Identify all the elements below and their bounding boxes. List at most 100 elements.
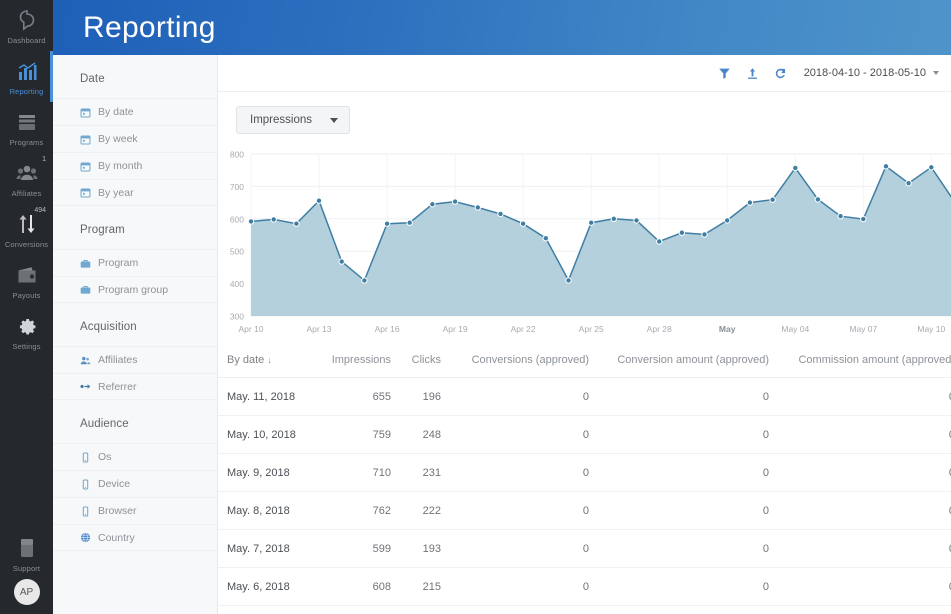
avatar[interactable]: AP (13, 579, 40, 605)
metric-select[interactable]: Impressions (236, 106, 350, 134)
column-header-label: Commission amount (approved) (798, 354, 951, 366)
column-header-by-date[interactable]: By date ↓ (218, 344, 313, 378)
metric-selector-row: Impressions (218, 92, 951, 144)
rail-item-label: Payouts (12, 291, 41, 300)
sidebar-group-acquisition: Acquisition Affiliates Referrer (53, 303, 217, 400)
primary-nav-rail: Dashboard Reporting Programs 1 Affiliates 494… (0, 0, 53, 614)
calendar-icon (80, 108, 91, 117)
table-row[interactable]: May. 6, 2018608215000 (218, 567, 951, 606)
refresh-icon[interactable] (774, 67, 787, 80)
cell-conversion-amount: 0 (589, 453, 769, 492)
rail-item-settings[interactable]: Settings (0, 306, 53, 357)
svg-text:300: 300 (230, 312, 244, 322)
wallet-icon (18, 267, 35, 283)
column-header-conversion-amount-approved[interactable]: Conversion amount (approved) (589, 344, 769, 378)
sidebar-item-label: Affiliates (98, 354, 138, 366)
main-panel: 2018-04-10 - 2018-05-10 Impressions 300 4… (218, 55, 951, 614)
rail-item-badge: 494 (34, 207, 46, 214)
export-upload-icon[interactable] (746, 67, 759, 80)
column-header-clicks[interactable]: Clicks (391, 344, 441, 378)
table-row[interactable]: May. 11, 2018655196000 (218, 377, 951, 416)
calendar-icon (80, 135, 91, 144)
rail-item-label: Dashboard (7, 36, 46, 45)
rail-item-affiliates[interactable]: 1 Affiliates (0, 153, 53, 204)
rail-item-programs[interactable]: Programs (0, 102, 53, 153)
column-header-label: By date (227, 354, 265, 366)
date-range-picker[interactable]: 2018-04-10 - 2018-05-10 (804, 67, 939, 79)
sidebar-item-label: By year (98, 186, 134, 199)
rail-item-label: Conversions (4, 240, 49, 249)
cell-conversions: 0 (441, 529, 589, 568)
mobile-icon (82, 506, 89, 516)
mobile-icon (82, 479, 89, 489)
dashboard-icon (19, 10, 34, 31)
rail-item-label: Programs (9, 138, 44, 147)
sidebar-item-by-date[interactable]: By date (53, 98, 217, 125)
svg-text:May: May (719, 324, 736, 334)
report-toolbar: 2018-04-10 - 2018-05-10 (218, 55, 951, 92)
globe-icon (80, 532, 91, 543)
sidebar-item-label: By month (98, 160, 143, 172)
rail-item-dashboard[interactable]: Dashboard (0, 0, 53, 51)
cell-conversion-amount: 0 (589, 377, 769, 416)
body-split: Date By date By week By month By year Program… (53, 55, 951, 614)
table-row[interactable]: May. 7, 2018599193000 (218, 529, 951, 568)
table-row[interactable]: May. 10, 2018759248000 (218, 415, 951, 454)
sidebar-item-affiliates[interactable]: Affiliates (53, 346, 217, 373)
sidebar-item-country[interactable]: Country (53, 524, 217, 551)
cell-clicks: 248 (391, 415, 441, 454)
cell-date: May. 7, 2018 (218, 529, 313, 568)
cell-clicks: 222 (391, 491, 441, 530)
sidebar-item-by-month[interactable]: By month (53, 152, 217, 179)
column-header-commission-amount-approved[interactable]: Commission amount (approved) (769, 344, 951, 378)
cell-date: May. 8, 2018 (218, 491, 313, 530)
sidebar-item-device[interactable]: Device (53, 470, 217, 497)
cell-clicks: 193 (391, 529, 441, 568)
sidebar-item-by-year[interactable]: By year (53, 179, 217, 206)
filter-icon[interactable] (718, 67, 731, 80)
rail-item-reporting[interactable]: Reporting (0, 51, 53, 102)
cell-commission-amount: 0 (769, 377, 951, 416)
cell-conversion-amount: 0 (589, 529, 769, 568)
svg-text:Apr 19: Apr 19 (443, 324, 468, 334)
sidebar-item-label: Program group (98, 283, 169, 296)
table-row[interactable]: May. 5, 2018660229000 (218, 605, 951, 614)
page-header: Reporting (53, 0, 951, 55)
sidebar-group-title: Audience (80, 418, 129, 430)
sidebar-group-title: Date (80, 73, 105, 85)
book-icon (20, 539, 33, 557)
table-row[interactable]: May. 8, 2018762222000 (218, 491, 951, 530)
sidebar-item-browser[interactable]: Browser (53, 497, 217, 524)
sidebar-item-os[interactable]: Os (53, 443, 217, 470)
briefcase-icon (80, 285, 91, 294)
table-body: May. 11, 2018655196000May. 10, 201875924… (218, 377, 951, 614)
svg-text:600: 600 (230, 214, 244, 224)
cell-clicks: 215 (391, 567, 441, 606)
sidebar-group-audience: Audience Os Device Browser Country (53, 400, 217, 551)
rail-item-conversions[interactable]: 494 Conversions (0, 204, 53, 255)
cell-commission-amount: 0 (769, 453, 951, 492)
rail-item-support[interactable]: Support (0, 528, 53, 579)
cell-date: May. 9, 2018 (218, 453, 313, 492)
cell-clicks: 196 (391, 377, 441, 416)
column-header-impressions[interactable]: Impressions (313, 344, 391, 378)
svg-text:700: 700 (230, 182, 244, 192)
sidebar-item-program[interactable]: Program (53, 249, 217, 276)
svg-text:Apr 13: Apr 13 (306, 324, 331, 334)
cell-date: May. 5, 2018 (218, 605, 313, 614)
sidebar-item-label: Referrer (98, 380, 137, 393)
cell-commission-amount: 0 (769, 415, 951, 454)
cell-clicks: 231 (391, 453, 441, 492)
rail-item-payouts[interactable]: Payouts (0, 255, 53, 306)
sidebar-item-by-week[interactable]: By week (53, 125, 217, 152)
cell-commission-amount: 0 (769, 567, 951, 606)
svg-text:May 04: May 04 (781, 324, 809, 334)
rail-item-badge: 1 (42, 156, 46, 163)
rail-item-support-label: Support (12, 564, 41, 573)
cell-conversion-amount: 0 (589, 415, 769, 454)
column-header-conversions-approved[interactable]: Conversions (approved) (441, 344, 589, 378)
sidebar-item-program-group[interactable]: Program group (53, 276, 217, 303)
table-row[interactable]: May. 9, 2018710231000 (218, 453, 951, 492)
table-header-row: By date ↓ Impressions Clicks Conversions (a… (218, 344, 951, 378)
sidebar-item-referrer[interactable]: Referrer (53, 373, 217, 400)
